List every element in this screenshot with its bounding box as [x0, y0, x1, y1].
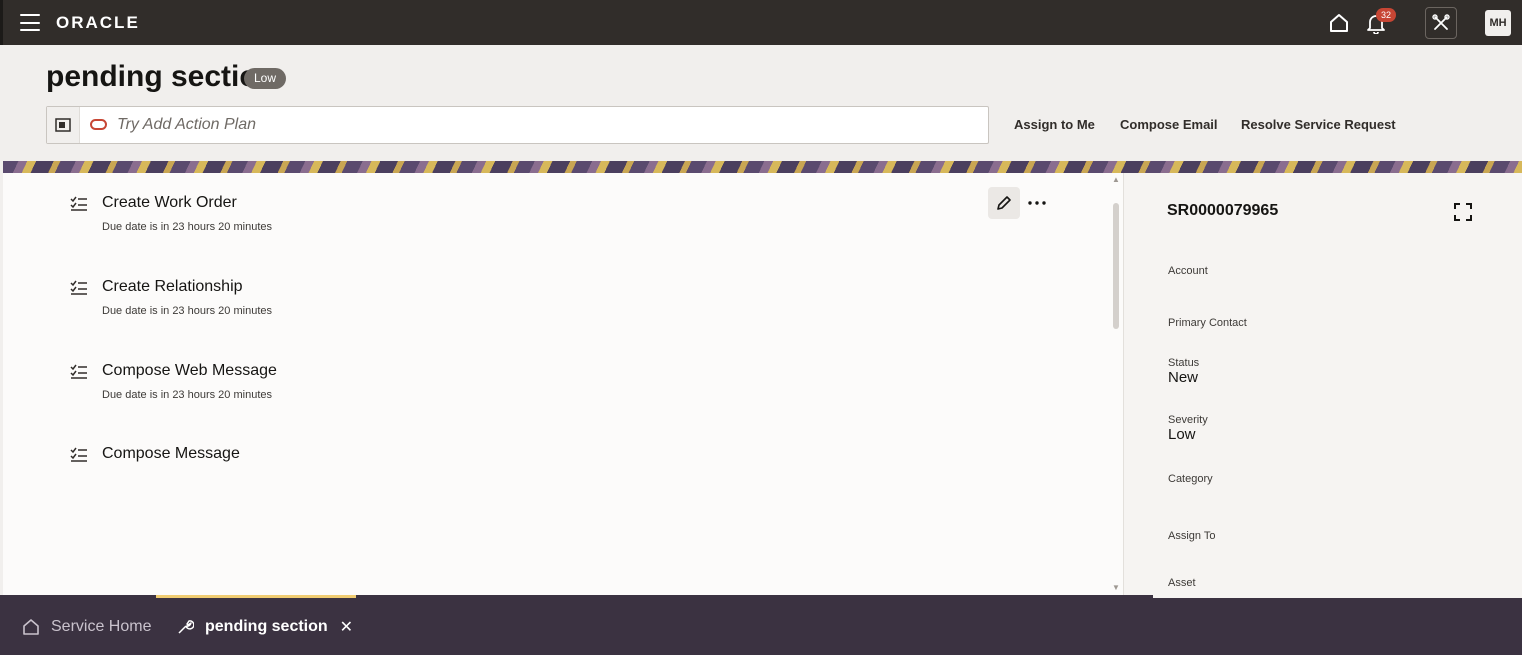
resolve-service-request-button[interactable]: Resolve Service Request — [1241, 117, 1396, 132]
action-search-box — [46, 106, 989, 144]
wrench-icon — [178, 619, 194, 634]
edit-button[interactable] — [988, 187, 1020, 219]
more-actions-button[interactable] — [1024, 190, 1050, 216]
severity-badge: Low — [244, 68, 287, 89]
notification-count-badge: 32 — [1376, 8, 1396, 22]
task-title[interactable]: Create Work Order — [102, 194, 237, 212]
checklist-icon — [70, 447, 87, 462]
status-label: Status — [1168, 357, 1200, 369]
panel-toggle-button[interactable] — [47, 107, 80, 143]
tools-icon — [1432, 14, 1450, 30]
scroll-thumb[interactable] — [1113, 203, 1119, 329]
menu-icon[interactable] — [20, 14, 40, 31]
task-title[interactable]: Create Relationship — [102, 278, 243, 296]
action-search-input[interactable] — [117, 109, 977, 141]
global-header: ORACLE 32 MH — [0, 0, 1522, 45]
close-icon[interactable]: ✕ — [340, 617, 353, 637]
list-scrollbar[interactable]: ▲ ▼ — [1110, 175, 1122, 595]
tools-button[interactable] — [1425, 7, 1457, 39]
tab-label: pending section — [205, 617, 328, 635]
tab-pending-section[interactable]: pending section ✕ — [156, 598, 356, 655]
panel-icon — [55, 118, 71, 132]
severity-value: Low — [1168, 426, 1196, 443]
scroll-down-arrow[interactable]: ▼ — [1112, 583, 1120, 592]
oracle-assistant-icon — [90, 119, 107, 130]
checklist-icon — [70, 364, 87, 379]
pencil-icon — [997, 196, 1011, 210]
oracle-logo: ORACLE — [56, 13, 140, 32]
status-value: New — [1168, 369, 1199, 386]
primary-contact-label: Primary Contact — [1168, 317, 1247, 329]
ellipsis-icon — [1028, 201, 1046, 205]
assign-to-label: Assign To — [1168, 530, 1216, 542]
checklist-icon — [70, 280, 87, 295]
task-due-date: Due date is in 23 hours 20 minutes — [102, 221, 272, 233]
assign-to-me-button[interactable]: Assign to Me — [1014, 117, 1095, 132]
severity-label: Severity — [1168, 414, 1208, 426]
tab-label: Service Home — [51, 617, 152, 635]
task-due-date: Due date is in 23 hours 20 minutes — [102, 389, 272, 401]
asset-label: Asset — [1168, 577, 1196, 589]
home-icon — [23, 618, 39, 635]
account-label: Account — [1168, 265, 1208, 277]
task-due-date: Due date is in 23 hours 20 minutes — [102, 305, 272, 317]
scroll-up-arrow[interactable]: ▲ — [1112, 175, 1120, 184]
sr-number: SR0000079965 — [1167, 202, 1279, 219]
home-icon[interactable] — [1328, 12, 1350, 34]
expand-icon[interactable] — [1451, 200, 1475, 224]
page-title: pending section — [46, 60, 277, 93]
action-plan-list — [3, 173, 1123, 596]
service-request-details: SR0000079965 Account Primary Contact Sta… — [1123, 173, 1522, 598]
task-title[interactable]: Compose Web Message — [102, 362, 277, 380]
decorative-banner — [3, 161, 1522, 173]
category-label: Category — [1168, 473, 1213, 485]
tab-service-home[interactable]: Service Home — [22, 598, 151, 655]
compose-email-button[interactable]: Compose Email — [1120, 117, 1218, 132]
checklist-icon — [70, 196, 87, 211]
task-title[interactable]: Compose Message — [102, 445, 240, 463]
user-avatar[interactable]: MH — [1485, 10, 1511, 36]
